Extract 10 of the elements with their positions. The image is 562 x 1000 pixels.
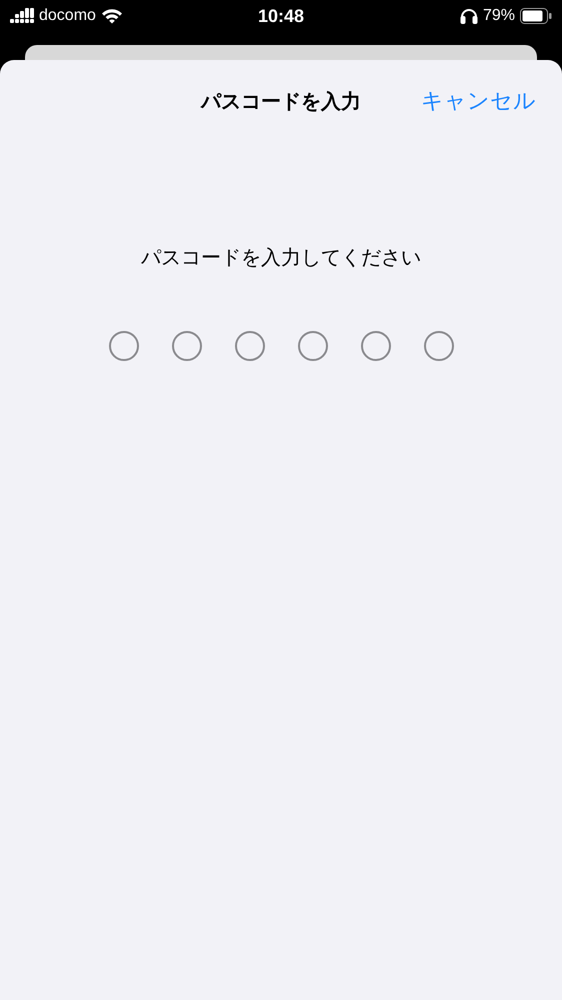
carrier-name: docomo xyxy=(39,7,96,25)
wifi-icon xyxy=(100,8,123,24)
cancel-button[interactable]: キャンセル xyxy=(421,86,536,116)
clock-time: 10:48 xyxy=(258,6,304,26)
signal-icon xyxy=(10,8,34,24)
passcode-prompt: パスコードを入力してください xyxy=(140,244,422,271)
headphones-icon xyxy=(460,8,478,24)
sheet-title: パスコードを入力 xyxy=(201,88,361,114)
battery-icon xyxy=(520,8,552,24)
battery-percent: 79% xyxy=(482,7,515,25)
